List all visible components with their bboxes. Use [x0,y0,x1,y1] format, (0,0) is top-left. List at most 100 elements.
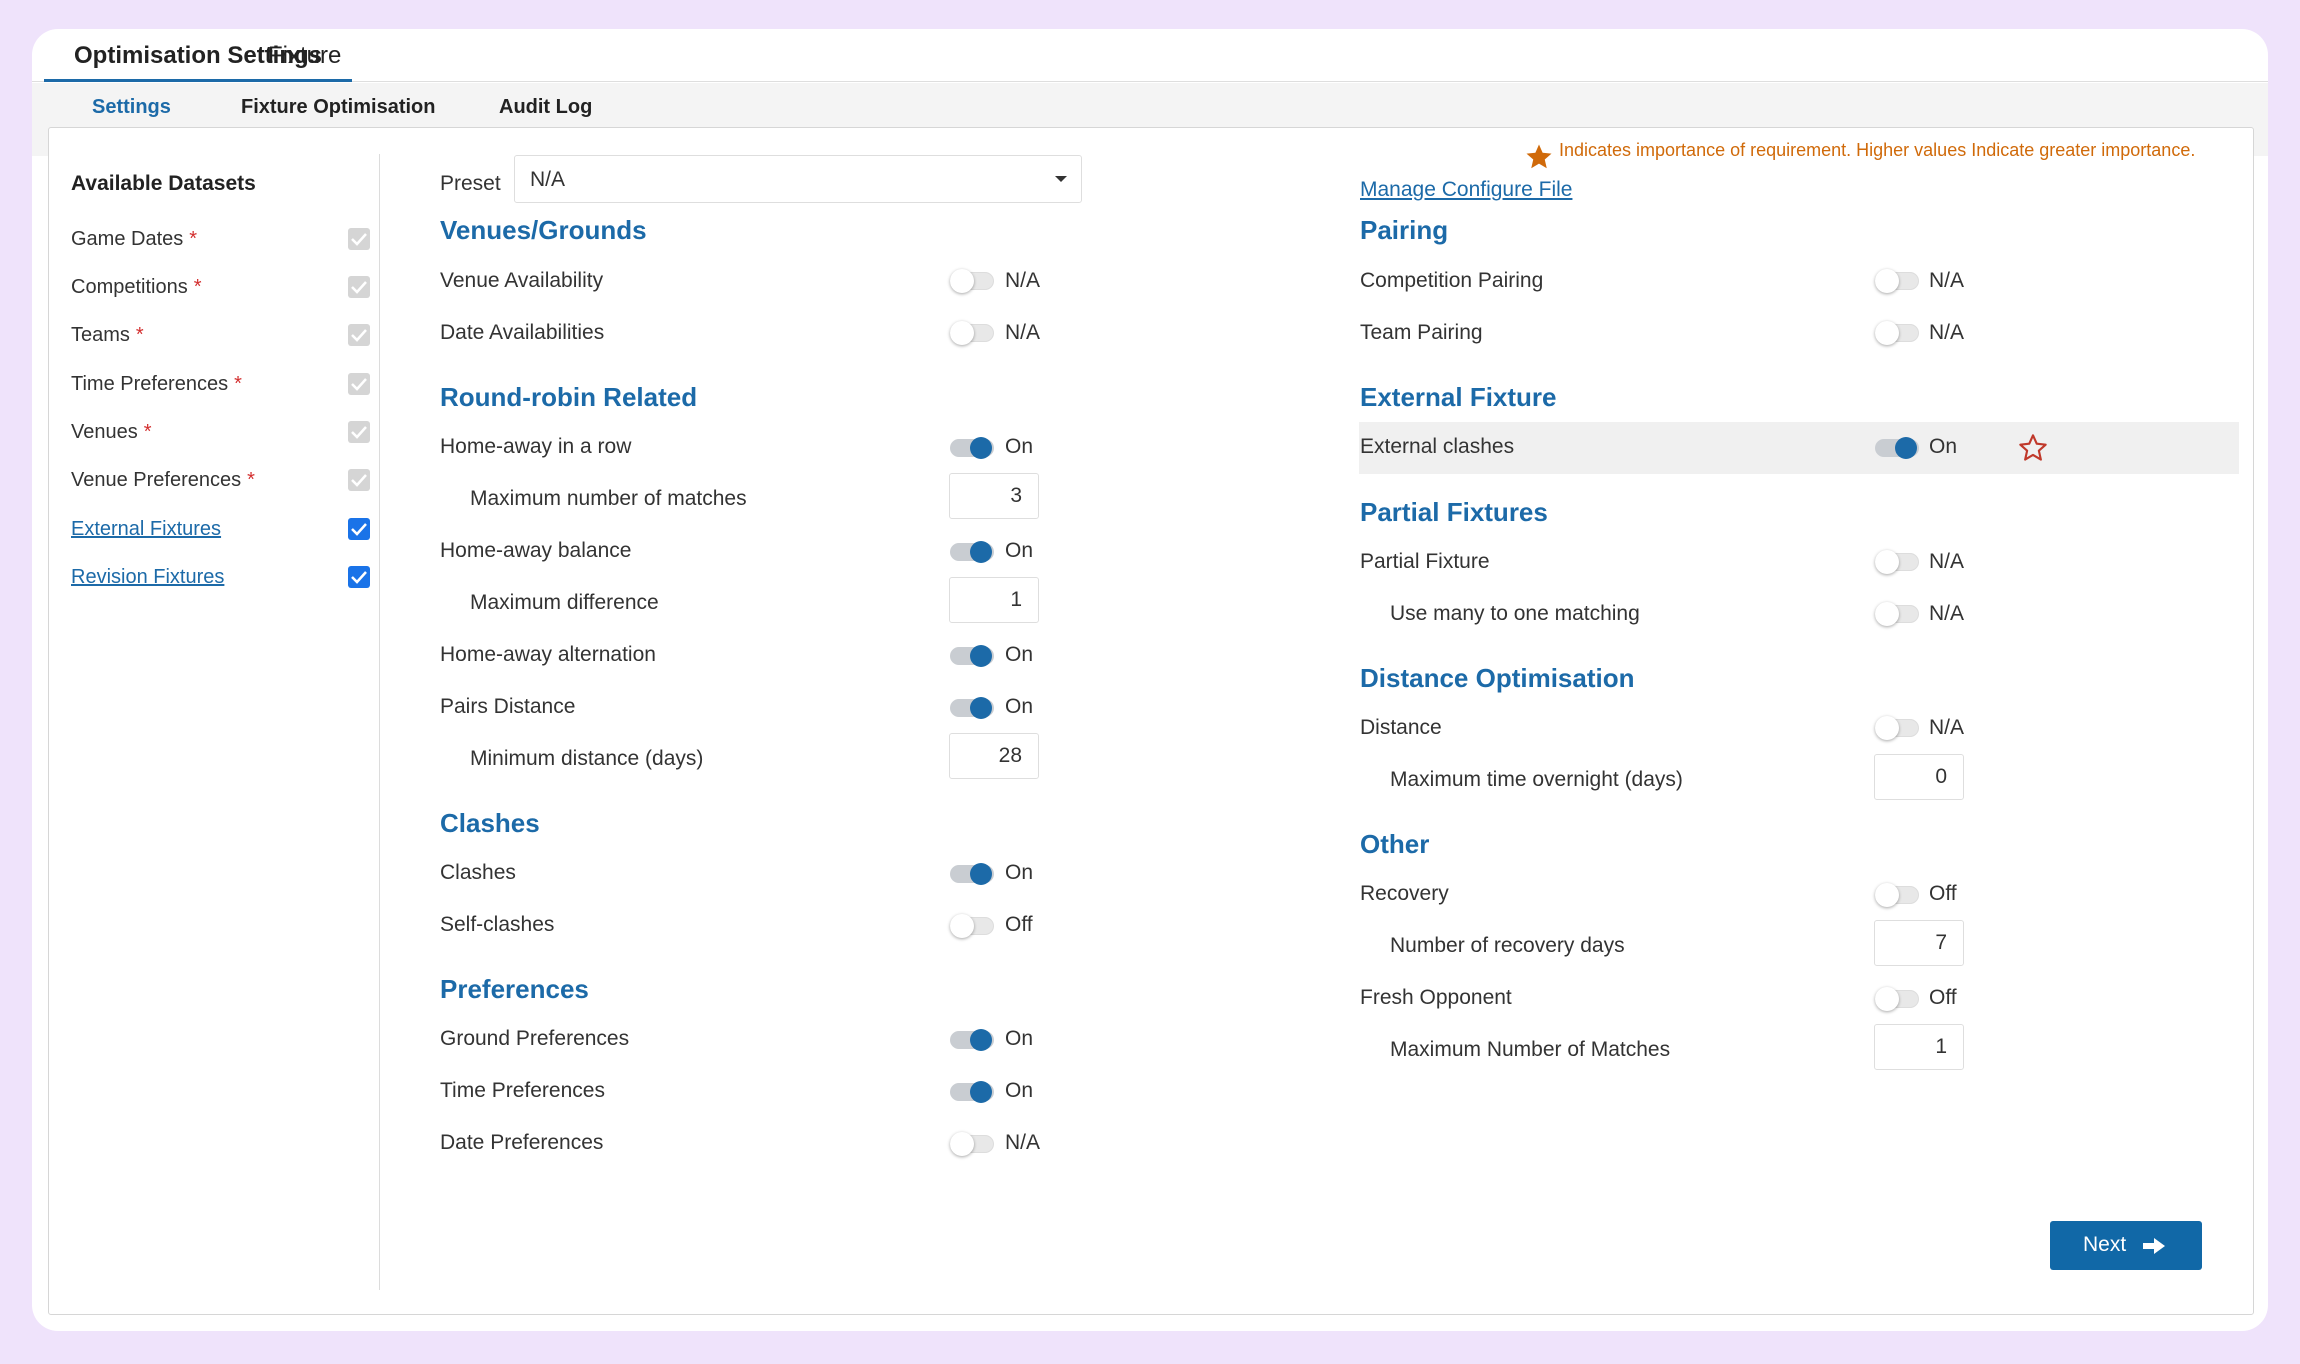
section-external-fixture: External Fixture [1360,382,1557,412]
max-number-matches-label: Maximum Number of Matches [1390,1038,1671,1061]
required-marker: * [247,469,255,491]
date-availabilities-toggle[interactable] [950,321,994,345]
date-preferences-toggle[interactable] [950,1132,994,1156]
chevron-down-icon [1055,176,1067,182]
subtab-settings[interactable]: Settings [92,83,171,131]
required-marker: * [189,228,198,250]
checkbox-disabled [348,276,370,298]
home-away-balance-toggle[interactable] [950,540,994,563]
preset-select[interactable]: N/A [514,155,1082,203]
self-clashes-label: Self-clashes [440,913,555,936]
dataset-label: Game Dates [71,228,184,250]
home-away-balance-label: Home-away balance [440,539,632,562]
checkbox-revision-fixtures[interactable] [348,566,370,588]
home-away-row-label: Home-away in a row [440,435,632,458]
time-preferences-label: Time Preferences [440,1079,605,1102]
partial-fixture-toggle[interactable] [1875,550,1919,574]
required-marker: * [143,421,152,443]
venue-availability-toggle[interactable] [950,269,994,293]
section-clashes: Clashes [440,808,540,838]
star-filled-icon [1526,144,1552,169]
home-away-row-state: On [1005,435,1034,458]
team-pairing-label: Team Pairing [1360,321,1483,344]
min-distance-input[interactable]: 28 [949,733,1039,779]
competition-pairing-state: N/A [1929,269,1965,292]
dataset-label: Teams [71,324,130,346]
home-away-row-toggle[interactable] [950,436,994,459]
external-clashes-label: External clashes [1360,435,1515,458]
home-away-alternation-toggle[interactable] [950,644,994,667]
arrow-right-icon [2143,1238,2165,1254]
dataset-link-external-fixtures[interactable]: External Fixtures [71,518,221,541]
subtab-fixture-optimisation[interactable]: Fixture Optimisation [241,83,435,131]
main-tabs: Optimisation Settings Fixture [32,29,2268,82]
checkbox-disabled [348,373,370,395]
venue-availability-label: Venue Availability [440,269,604,292]
section-partial-fixtures: Partial Fixtures [1360,497,1548,527]
team-pairing-toggle[interactable] [1875,321,1919,345]
sidebar-divider [379,154,380,1290]
home-away-balance-state: On [1005,539,1034,562]
next-button[interactable]: Next [2050,1221,2202,1270]
distance-toggle[interactable] [1875,716,1919,740]
max-overnight-label: Maximum time overnight (days) [1390,768,1683,791]
recovery-label: Recovery [1360,882,1449,905]
required-marker: * [135,324,144,346]
many-to-one-state: N/A [1929,602,1965,625]
recovery-toggle[interactable] [1875,883,1919,907]
star-outline-icon[interactable] [2017,432,2049,464]
self-clashes-toggle[interactable] [950,914,994,938]
fresh-opponent-state: Off [1929,986,1957,1009]
checkbox-disabled [348,421,370,443]
dataset-item-venues: Venues * [71,415,370,451]
fresh-opponent-label: Fresh Opponent [1360,986,1512,1009]
pairs-distance-state: On [1005,695,1034,718]
date-preferences-state: N/A [1005,1131,1041,1154]
app-window: Optimisation Settings Fixture Settings F… [32,29,2268,1331]
section-preferences: Preferences [440,974,589,1004]
recovery-days-label: Number of recovery days [1390,934,1625,957]
dataset-label: Venue Preferences [71,469,242,491]
dataset-label: Time Preferences [71,373,229,395]
max-overnight-input[interactable]: 0 [1874,754,1964,800]
checkbox-disabled [348,324,370,346]
partial-fixture-label: Partial Fixture [1360,550,1490,573]
external-clashes-toggle[interactable] [1875,436,1919,459]
dataset-label: Competitions [71,276,188,298]
tab-fixture[interactable]: Fixture [238,38,371,82]
distance-state: N/A [1929,716,1965,739]
dataset-item-game-dates: Game Dates * [71,222,370,258]
dataset-item-teams: Teams * [71,318,370,354]
max-matches-input[interactable]: 3 [949,473,1039,519]
max-number-matches-input[interactable]: 1 [1874,1024,1964,1070]
time-preferences-toggle[interactable] [950,1080,994,1103]
subtab-audit-log[interactable]: Audit Log [499,83,592,131]
checkbox-external-fixtures[interactable] [348,518,370,540]
date-availabilities-label: Date Availabilities [440,321,605,344]
sidebar-title: Available Datasets [71,172,256,195]
many-to-one-toggle[interactable] [1875,602,1919,626]
clashes-toggle[interactable] [950,862,994,885]
dataset-item-time-preferences: Time Preferences * [71,367,370,403]
max-matches-label: Maximum number of matches [470,487,747,510]
preset-label: Preset [440,172,501,195]
fresh-opponent-toggle[interactable] [1875,987,1919,1011]
competition-pairing-toggle[interactable] [1875,269,1919,293]
distance-label: Distance [1360,716,1442,739]
partial-fixture-state: N/A [1929,550,1965,573]
importance-note: Indicates importance of requirement. Hig… [1559,140,2196,160]
competition-pairing-label: Competition Pairing [1360,269,1544,292]
pairs-distance-label: Pairs Distance [440,695,576,718]
manage-configure-file-link[interactable]: Manage Configure File [1360,178,1572,202]
max-difference-input[interactable]: 1 [949,577,1039,623]
dataset-item-revision-fixtures: Revision Fixtures [71,560,370,596]
recovery-days-input[interactable]: 7 [1874,920,1964,966]
dataset-link-revision-fixtures[interactable]: Revision Fixtures [71,566,224,589]
section-pairing: Pairing [1360,215,1449,245]
clashes-state: On [1005,861,1034,884]
pairs-distance-toggle[interactable] [950,696,994,719]
date-preferences-label: Date Preferences [440,1131,604,1154]
recovery-state: Off [1929,882,1957,905]
max-difference-label: Maximum difference [470,591,659,614]
ground-preferences-toggle[interactable] [950,1028,994,1051]
